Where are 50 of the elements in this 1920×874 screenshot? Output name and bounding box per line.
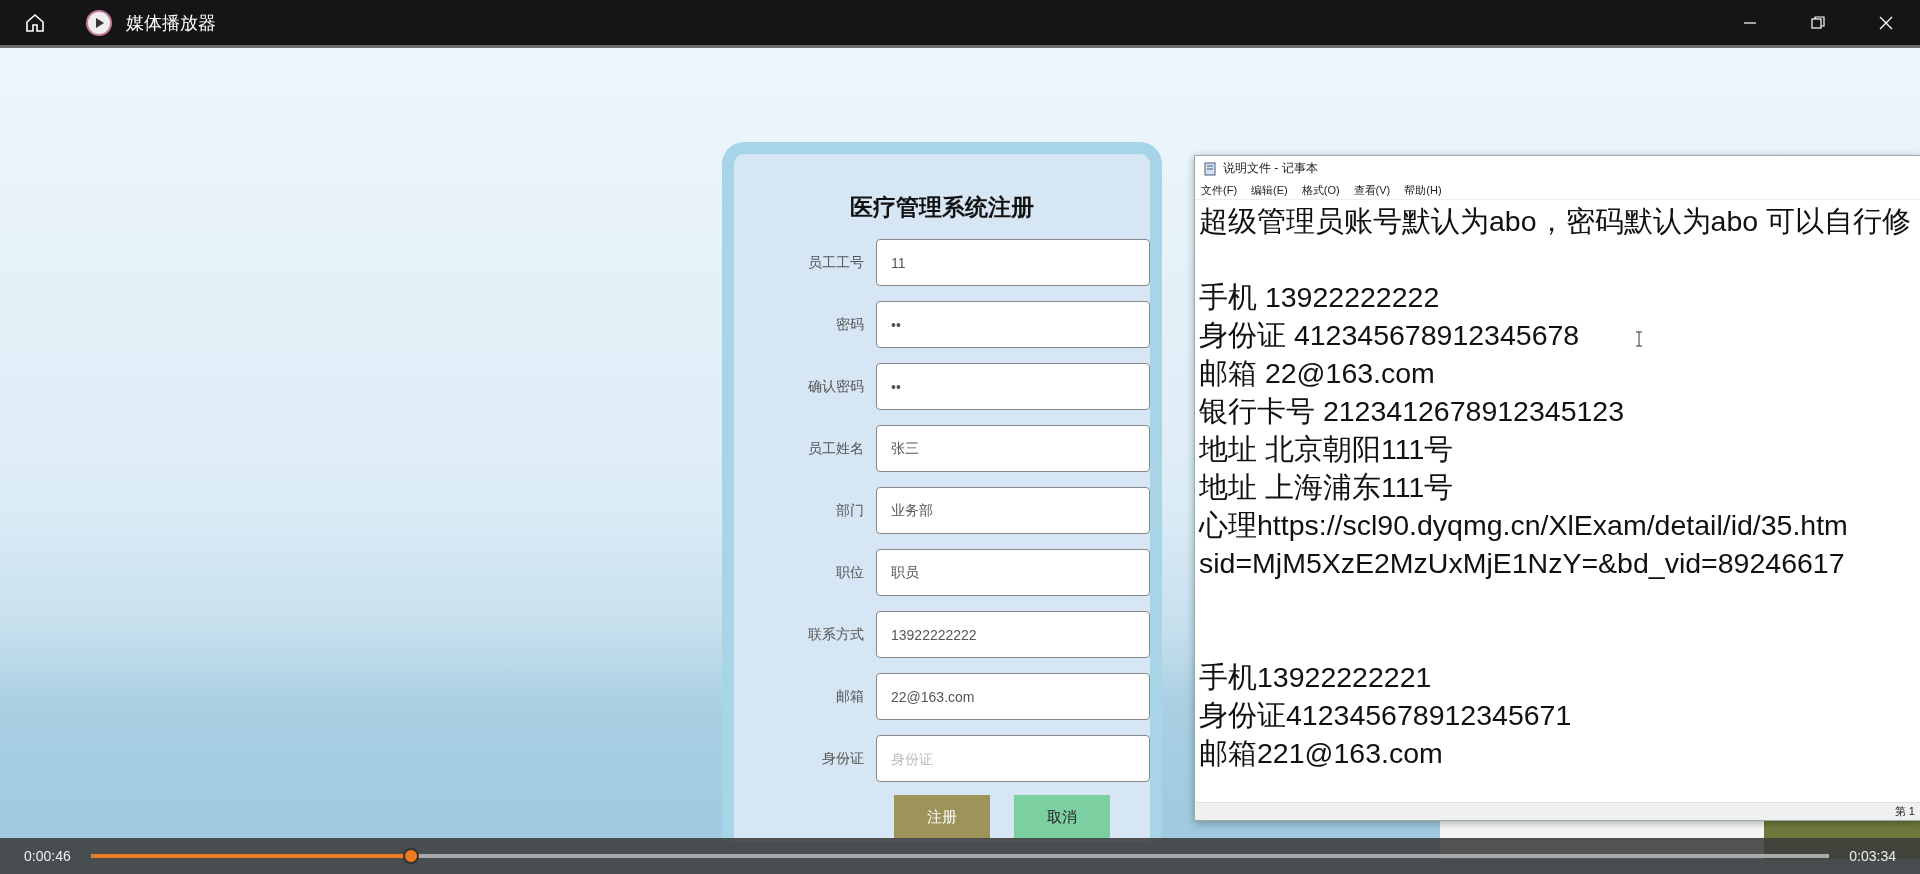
field-label: 职位 (835, 563, 865, 582)
status-text: 第 1 (1894, 804, 1915, 819)
input-field[interactable]: 职员 (876, 549, 1150, 596)
field-label: 部门 (835, 501, 865, 520)
menu-item[interactable]: 帮助(H) (1404, 182, 1442, 198)
window-title: 媒体播放器 (126, 11, 216, 35)
close-icon (1879, 15, 1893, 30)
elapsed-time: 0:00:46 (24, 848, 71, 864)
text-line: 地址 北京朝阳111号 (1199, 432, 1454, 467)
input-field[interactable]: 张三 (876, 425, 1150, 472)
notepad-icon (1203, 161, 1217, 176)
cancel-button[interactable]: 取消 (1014, 795, 1110, 839)
text-line: 银行卡号 2123412678912345123 (1199, 394, 1625, 429)
text-line: 地址 上海浦东111号 (1199, 470, 1454, 505)
field-label: 密码 (835, 315, 865, 334)
minimize-icon (1744, 21, 1756, 24)
home-icon[interactable] (24, 11, 46, 34)
input-field[interactable]: 22@163.com (876, 673, 1150, 720)
menu-item[interactable]: 文件(F) (1201, 182, 1238, 198)
form-title: 医疗管理系统注册 (850, 193, 1034, 222)
text-line: 手机 13922222222 (1199, 280, 1440, 315)
restore-icon (1811, 15, 1825, 30)
menu-item[interactable]: 编辑(E) (1251, 182, 1288, 198)
text-line: sid=MjM5XzE2MzUxMjE1NzY=&bd_vid=89246617 (1199, 546, 1845, 581)
text-line: 心理https://scl90.dyqmg.cn/XlExam/detail/id/35.htm (1199, 508, 1848, 543)
menu-item[interactable]: 查看(V) (1353, 182, 1391, 198)
field-label: 确认密码 (807, 377, 865, 396)
text-cursor-icon (1635, 331, 1643, 347)
input-field[interactable]: •• (876, 363, 1150, 410)
menu-item[interactable]: 格式(O) (1301, 182, 1340, 198)
input-field[interactable]: 身份证 (876, 735, 1150, 782)
field-label: 联系方式 (807, 625, 865, 644)
play-app-icon (86, 9, 112, 36)
input-field[interactable]: 业务部 (876, 487, 1150, 534)
text-line: 超级管理员账号默认为abo，密码默认为abo 可以自行修 (1199, 204, 1912, 239)
field-label: 身份证 (821, 749, 865, 768)
total-time: 0:03:34 (1849, 848, 1896, 864)
input-field[interactable]: •• (876, 301, 1150, 348)
field-label: 邮箱 (835, 687, 865, 706)
field-label: 员工姓名 (807, 439, 865, 458)
text-line: 手机13922222221 (1199, 660, 1432, 695)
text-line: 身份证 412345678912345678 (1199, 318, 1580, 353)
input-field[interactable]: 11 (876, 239, 1150, 286)
field-label: 员工工号 (807, 253, 865, 272)
text-line: 身份证412345678912345671 (1199, 698, 1572, 733)
text-line: 邮箱 22@163.com (1199, 356, 1435, 391)
input-field[interactable]: 13922222222 (876, 611, 1150, 658)
notepad-title: 说明文件 - 记事本 (1223, 160, 1318, 177)
seek-thumb[interactable] (402, 848, 419, 864)
text-line: 邮箱221@163.com (1199, 736, 1443, 771)
